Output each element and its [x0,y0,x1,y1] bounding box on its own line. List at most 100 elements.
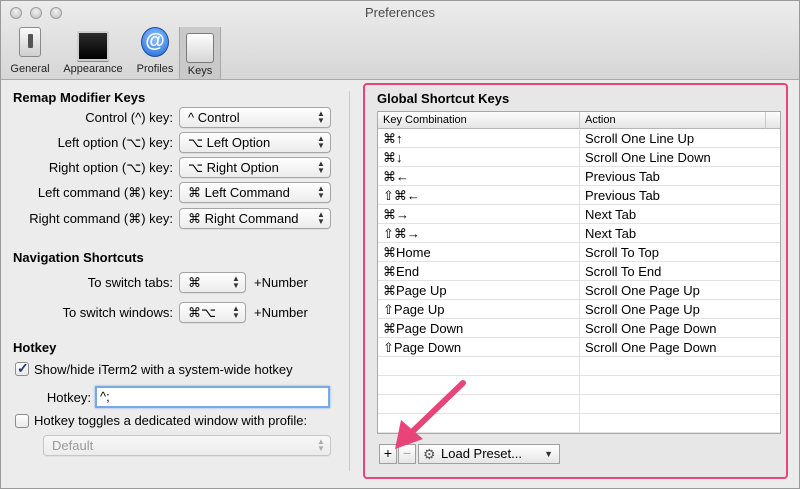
action-cell: Scroll One Page Down [585,321,717,336]
gear-icon: ⚙ [423,446,436,462]
table-row[interactable]: ⇧⌘→ Next Tab [378,224,780,243]
table-row[interactable] [378,395,780,414]
table-row[interactable]: ⇧Page Up Scroll One Page Up [378,300,780,319]
left-option-value: ⌥ Left Option [188,135,271,150]
key-combination-cell: ⇧Page Up [378,300,580,319]
action-cell: Scroll To Top [585,245,659,260]
updown-chevron-icon: ▲ ▼ [317,134,325,150]
left-option-popup[interactable]: ⌥ Left Option ▲ ▼ [179,132,331,153]
navigation-heading: Navigation Shortcuts [13,250,144,265]
switch-tabs-popup[interactable]: ⌘ ▲ ▼ [179,272,246,293]
key-combination-cell [378,376,580,395]
at-sign-icon: @ [141,27,169,57]
key-combination-cell [378,395,580,414]
preferences-window: Preferences General Appearance @ Profile… [0,0,800,489]
tab-profiles[interactable]: @ Profiles [132,27,178,77]
updown-chevron-icon: ▲ ▼ [317,210,325,226]
updown-chevron-icon: ▲ ▼ [232,304,240,320]
key-combination-cell: ⌘Page Up [378,281,580,300]
tab-general-label: General [10,63,50,75]
right-command-label: Right command (⌘) key: [29,211,173,226]
right-option-popup[interactable]: ⌥ Right Option ▲ ▼ [179,157,331,178]
switch-windows-popup[interactable]: ⌘⌥ ▲ ▼ [179,302,246,323]
column-header-action[interactable]: Action [580,112,766,129]
window-title: Preferences [364,5,436,20]
global-shortcut-keys-group: Global Shortcut Keys Key Combination Act… [363,83,788,479]
table-row[interactable]: ⇧Page Down Scroll One Page Down [378,338,780,357]
switch-windows-value: ⌘⌥ [188,305,216,320]
right-option-value: ⌥ Right Option [188,160,279,175]
general-switch-icon [19,27,41,57]
action-cell: Scroll One Page Down [585,340,717,355]
column-header-key[interactable]: Key Combination [378,112,580,129]
switch-tabs-label: To switch tabs: [87,275,173,290]
action-cell [580,414,780,433]
table-row[interactable]: ⌘→ Next Tab [378,205,780,224]
table-body: ⌘↑ Scroll One Line Up ⌘↓ Scroll One Line Do… [378,129,780,433]
table-row[interactable]: ⌘Home Scroll To Top [378,243,780,262]
key-combination-cell: ⌘Home [378,243,580,262]
hotkey-field[interactable]: ^; [95,386,330,408]
add-shortcut-button[interactable]: + [379,444,397,464]
key-combination-cell: ⌘↓ [378,148,580,167]
key-combination-cell: ⌘→ [378,205,580,224]
table-row[interactable]: ⌘↓ Scroll One Line Down [378,148,780,167]
table-row[interactable]: ⌘↑ Scroll One Line Up [378,129,780,148]
switch-tabs-value: ⌘ [188,275,201,290]
monitor-icon [77,31,109,61]
tab-keys[interactable]: Keys [179,27,221,79]
key-combination-cell [378,414,580,433]
table-row[interactable]: ⌘← Previous Tab [378,167,780,186]
tab-profiles-label: Profiles [136,63,174,75]
table-row[interactable]: ⌘Page Down Scroll One Page Down [378,319,780,338]
switch-windows-suffix: +Number [254,305,308,320]
show-hide-hotkey-checkbox[interactable] [15,360,29,377]
profile-value: Default [52,438,94,453]
profile-popup[interactable]: Default ▲ ▼ [43,435,331,456]
left-option-label: Left option (⌥) key: [57,135,173,150]
action-cell: Scroll One Line Down [585,150,711,165]
keyboard-icon [186,33,214,63]
panel-divider [349,91,350,471]
right-command-popup[interactable]: ⌘ Right Command ▲ ▼ [179,208,331,229]
dedicated-window-checkbox[interactable] [15,414,29,428]
key-combination-cell: ⌘← [378,167,580,186]
table-row[interactable]: ⌘Page Up Scroll One Page Up [378,281,780,300]
action-cell [580,395,780,414]
key-combination-cell: ⇧⌘→ [378,224,580,243]
updown-chevron-icon: ▲ ▼ [317,437,325,453]
action-cell: Previous Tab [585,169,660,184]
key-combination-cell: ⌘Page Down [378,319,580,338]
table-row[interactable] [378,376,780,395]
titlebar: Preferences General Appearance @ Profile… [1,1,799,80]
table-header: Key Combination Action [378,112,780,129]
table-row[interactable] [378,414,780,433]
left-command-value: ⌘ Left Command [188,185,290,200]
right-command-value: ⌘ Right Command [188,211,299,226]
action-cell [580,376,780,395]
left-command-label: Left command (⌘) key: [37,185,173,200]
tab-appearance[interactable]: Appearance [58,27,128,77]
show-hide-hotkey-label: Show/hide iTerm2 with a system-wide hotk… [34,362,293,377]
global-shortcut-heading: Global Shortcut Keys [377,91,510,106]
table-row[interactable]: ⌘End Scroll To End [378,262,780,281]
action-cell: Scroll One Page Up [585,302,700,317]
updown-chevron-icon: ▲ ▼ [232,274,240,290]
table-row[interactable]: ⇧⌘← Previous Tab [378,186,780,205]
table-row[interactable] [378,357,780,376]
action-cell: Scroll One Page Up [585,283,700,298]
action-cell: Next Tab [585,207,637,222]
remove-shortcut-button[interactable]: − [398,444,416,464]
right-option-label: Right option (⌥) key: [48,160,173,175]
control-key-popup[interactable]: ^ Control ▲ ▼ [179,107,331,128]
action-cell: Next Tab [585,226,637,241]
key-combination-cell [378,357,580,376]
left-command-popup[interactable]: ⌘ Left Command ▲ ▼ [179,182,331,203]
updown-chevron-icon: ▲ ▼ [317,159,325,175]
updown-chevron-icon: ▲ ▼ [317,109,325,125]
tab-appearance-label: Appearance [63,63,123,75]
control-key-value: ^ Control [188,110,240,125]
load-preset-button[interactable]: ⚙ Load Preset... ▼ [418,444,560,464]
global-shortcut-table[interactable]: Key Combination Action ⌘↑ Scroll One Line… [377,111,781,434]
tab-general[interactable]: General [7,27,53,77]
